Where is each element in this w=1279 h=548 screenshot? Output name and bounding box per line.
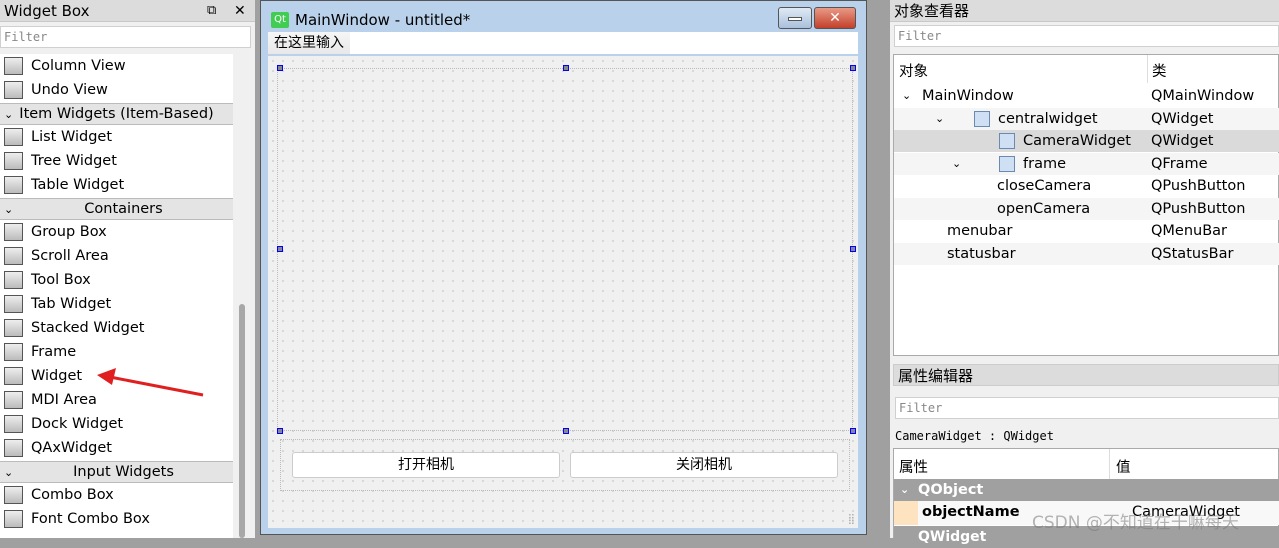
- widget-item[interactable]: Column View: [0, 54, 233, 78]
- widget-box-title: Widget Box ⧉ ✕: [0, 0, 255, 22]
- dock-widget-icon: [4, 415, 23, 433]
- tree-widget-icon: [4, 152, 23, 170]
- property-filter-input[interactable]: Filter: [895, 397, 1279, 419]
- chevron-down-icon[interactable]: ⌄: [952, 153, 961, 175]
- minimize-button[interactable]: [778, 7, 812, 29]
- form-window: Qt MainWindow - untitled* ✕ 在这里输入 打开相机 关闭…: [260, 0, 867, 535]
- selected-object-label: CameraWidget : QWidget: [895, 429, 1054, 443]
- chevron-down-icon: ⌄: [4, 203, 14, 216]
- object-inspector-title: 对象查看器: [890, 0, 1279, 22]
- object-icon: [974, 110, 990, 127]
- object-icon: [999, 133, 1015, 149]
- table-widget-icon: [4, 176, 23, 194]
- widget-item[interactable]: Combo Box: [0, 483, 233, 507]
- watermark: CSDN @不知道在干嘛每天: [1032, 513, 1239, 533]
- tab-widget-icon: [4, 295, 23, 313]
- selection-handle[interactable]: [850, 65, 856, 71]
- object-icon: [999, 155, 1015, 172]
- column-view-icon: [4, 57, 23, 75]
- object-filter-input[interactable]: Filter: [894, 25, 1279, 47]
- widget-item[interactable]: Undo View: [0, 78, 233, 102]
- widget-filter-input[interactable]: Filter: [0, 26, 251, 48]
- menubar: 在这里输入: [268, 32, 858, 54]
- form-title: Qt MainWindow - untitled*: [271, 11, 470, 29]
- widget-list: Column View Undo View ⌄ Item Widgets (Item-…: [0, 54, 233, 538]
- scroll-area-icon: [4, 247, 23, 265]
- widget-item[interactable]: Dock Widget: [0, 412, 233, 436]
- widget-item[interactable]: Table Widget: [0, 173, 233, 197]
- undo-view-icon: [4, 81, 23, 99]
- qaxwidget-icon: [4, 439, 23, 457]
- object-tree-row[interactable]: ⌄ frame QFrame: [894, 152, 1279, 175]
- category-header[interactable]: ⌄ Input Widgets: [0, 461, 233, 483]
- combo-box-icon: [4, 486, 23, 504]
- chevron-down-icon[interactable]: ⌄: [935, 108, 944, 130]
- widget-item[interactable]: QAxWidget: [0, 436, 233, 460]
- category-header[interactable]: ⌄ Containers: [0, 198, 233, 220]
- mdi-area-icon: [4, 391, 23, 409]
- close-window-button[interactable]: ✕: [814, 7, 856, 29]
- open-camera-button[interactable]: 打开相机: [292, 452, 560, 478]
- widget-item[interactable]: Scroll Area: [0, 244, 233, 268]
- camera-widget[interactable]: [277, 68, 853, 431]
- object-tree-row[interactable]: openCamera QPushButton: [894, 197, 1279, 220]
- column-header-value[interactable]: 值: [1116, 456, 1131, 477]
- selection-handle[interactable]: [563, 65, 569, 71]
- widget-item[interactable]: Tree Widget: [0, 149, 233, 173]
- selection-handle[interactable]: [850, 428, 856, 434]
- widget-item[interactable]: Stacked Widget: [0, 316, 233, 340]
- property-group-qobject[interactable]: ⌄ QObject: [894, 479, 1279, 501]
- selection-handle[interactable]: [850, 246, 856, 252]
- object-tree-row[interactable]: ⌄ MainWindow QMainWindow: [894, 85, 1279, 107]
- red-arrow-annotation: [97, 368, 204, 397]
- tool-box-icon: [4, 271, 23, 289]
- category-header[interactable]: ⌄ Item Widgets (Item-Based): [0, 103, 233, 125]
- widget-item[interactable]: Tool Box: [0, 268, 233, 292]
- object-tree-row[interactable]: CameraWidget QWidget: [894, 130, 1279, 152]
- widget-item[interactable]: List Widget: [0, 125, 233, 149]
- object-tree-row[interactable]: statusbar QStatusBar: [894, 242, 1279, 265]
- size-grip-icon[interactable]: ⣿: [848, 514, 855, 525]
- float-icon[interactable]: ⧉: [207, 0, 216, 22]
- frame-icon: [4, 343, 23, 361]
- chevron-down-icon[interactable]: ⌄: [902, 85, 911, 107]
- column-header-property[interactable]: 属性: [899, 456, 928, 477]
- close-icon[interactable]: ✕: [234, 0, 246, 22]
- close-camera-button[interactable]: 关闭相机: [570, 452, 838, 478]
- qt-logo-icon: Qt: [271, 12, 289, 28]
- column-header-class[interactable]: 类: [1152, 60, 1167, 81]
- chevron-down-icon: ⌄: [4, 466, 14, 479]
- selection-handle[interactable]: [277, 65, 283, 71]
- widget-item[interactable]: Frame: [0, 340, 233, 364]
- form-canvas[interactable]: 打开相机 关闭相机 ⣿: [268, 56, 858, 528]
- scrollbar[interactable]: [233, 54, 251, 538]
- stacked-widget-icon: [4, 319, 23, 337]
- selection-handle[interactable]: [277, 428, 283, 434]
- scrollbar-thumb[interactable]: [239, 304, 245, 538]
- object-tree-row[interactable]: menubar QMenuBar: [894, 220, 1279, 242]
- object-tree-row[interactable]: ⌄ centralwidget QWidget: [894, 107, 1279, 130]
- chevron-down-icon: ⌄: [4, 108, 14, 121]
- list-widget-icon: [4, 128, 23, 146]
- font-combo-box-icon: [4, 510, 23, 528]
- right-panels: 对象查看器 Filter 对象 类 ⌄ MainWindow QMainWindow…: [890, 0, 1279, 548]
- widget-item[interactable]: Group Box: [0, 220, 233, 244]
- widget-item[interactable]: Font Combo Box: [0, 507, 233, 531]
- widget-box-panel: Widget Box ⧉ ✕ Filter Column View Undo Vi…: [0, 0, 255, 538]
- widget-icon: [4, 367, 23, 385]
- group-box-icon: [4, 223, 23, 241]
- object-tree: 对象 类 ⌄ MainWindow QMainWindow ⌄ centralwidge…: [893, 54, 1279, 356]
- menu-item-type-here[interactable]: 在这里输入: [268, 32, 350, 54]
- selection-handle[interactable]: [563, 428, 569, 434]
- widget-item[interactable]: Tab Widget: [0, 292, 233, 316]
- selection-handle[interactable]: [277, 246, 283, 252]
- property-editor-title: 属性编辑器: [893, 364, 1279, 386]
- object-tree-row[interactable]: closeCamera QPushButton: [894, 175, 1279, 197]
- column-header-object[interactable]: 对象: [899, 60, 928, 81]
